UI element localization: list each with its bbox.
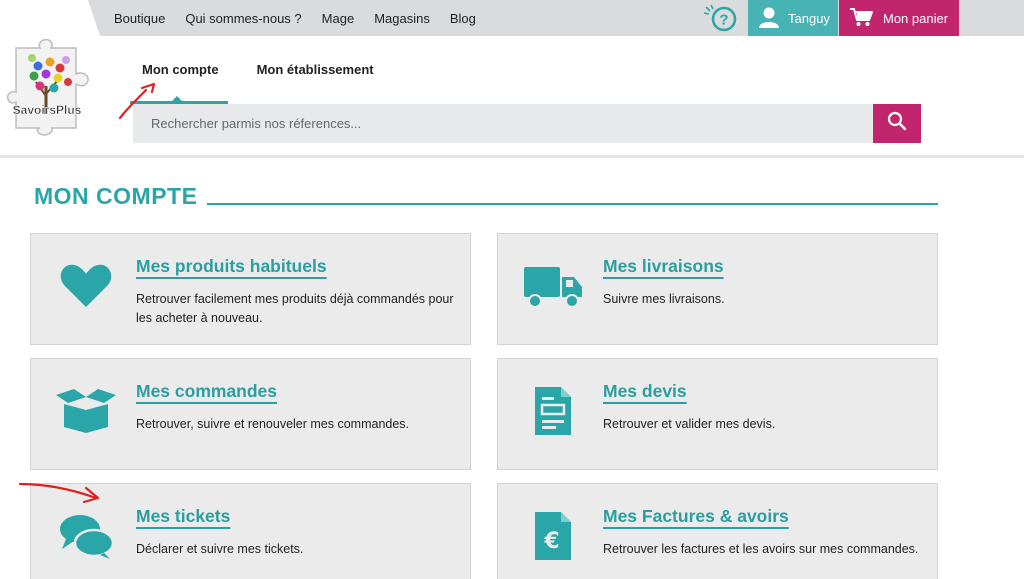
page-title: MON COMPTE <box>34 183 198 209</box>
card-description: Retrouver facilement mes produits déjà c… <box>136 292 454 325</box>
document-icon <box>520 383 586 439</box>
open-box-icon <box>53 383 119 439</box>
nav-magasins[interactable]: Magasins <box>374 11 430 26</box>
card-description: Déclarer et suivre mes tickets. <box>136 542 304 556</box>
tab-mon-compte[interactable]: Mon compte <box>130 60 231 80</box>
card-title[interactable]: Mes devis <box>603 381 687 402</box>
cart-label: Mon panier <box>883 10 949 26</box>
help-icon[interactable]: ? <box>702 4 740 32</box>
logo-text: SavoirsPlus <box>13 103 82 117</box>
card-title[interactable]: Mes produits habituels <box>136 256 327 277</box>
card-commandes[interactable]: Mes commandes Retrouver, suivre et renou… <box>30 358 471 470</box>
nav-boutique[interactable]: Boutique <box>114 11 165 26</box>
euro-document-icon: € <box>520 508 586 564</box>
cart-icon <box>849 7 873 30</box>
card-title[interactable]: Mes Factures & avoirs <box>603 506 789 527</box>
annotation-arrow-tab <box>118 82 156 120</box>
nav-mage[interactable]: Mage <box>322 11 355 26</box>
nav-qui-sommes-nous[interactable]: Qui sommes-nous ? <box>185 11 301 26</box>
cart-button[interactable]: Mon panier <box>839 0 959 36</box>
user-icon <box>758 6 780 31</box>
card-factures-avoirs[interactable]: € Mes Factures & avoirs Retrouver les fa… <box>497 483 938 579</box>
heart-icon <box>53 258 119 314</box>
header-separator <box>0 155 1024 158</box>
svg-text:€: € <box>543 529 559 554</box>
card-description: Retrouver, suivre et renouveler mes comm… <box>136 417 410 431</box>
card-produits-habituels[interactable]: Mes produits habituels Retrouver facilem… <box>30 233 471 345</box>
chat-bubbles-icon <box>53 508 119 564</box>
savoirsplus-logo[interactable]: SavoirsPlus <box>6 36 98 140</box>
user-name: Tanguy <box>788 10 830 26</box>
card-title[interactable]: Mes tickets <box>136 506 230 527</box>
search-icon <box>887 111 907 136</box>
top-bar-notch <box>0 0 100 36</box>
title-rule <box>207 203 938 205</box>
search-input[interactable] <box>133 104 873 143</box>
card-description: Suivre mes livraisons. <box>603 292 725 306</box>
annotation-arrow-tickets <box>18 482 100 504</box>
nav-blog[interactable]: Blog <box>450 11 476 26</box>
truck-icon <box>520 258 586 314</box>
card-devis[interactable]: Mes devis Retrouver et valider mes devis… <box>497 358 938 470</box>
card-livraisons[interactable]: Mes livraisons Suivre mes livraisons. <box>497 233 938 345</box>
account-tabs: Mon compte Mon établissement <box>130 60 400 80</box>
card-title[interactable]: Mes livraisons <box>603 256 724 277</box>
card-description: Retrouver les factures et les avoirs sur… <box>603 542 919 556</box>
top-nav: Boutique Qui sommes-nous ? Mage Magasins… <box>114 0 476 36</box>
card-title[interactable]: Mes commandes <box>136 381 277 402</box>
search-button[interactable] <box>873 104 921 143</box>
card-description: Retrouver et valider mes devis. <box>603 417 776 431</box>
tab-mon-etablissement[interactable]: Mon établissement <box>245 60 386 80</box>
svg-text:?: ? <box>719 12 728 29</box>
user-account-button[interactable]: Tanguy <box>748 0 838 36</box>
